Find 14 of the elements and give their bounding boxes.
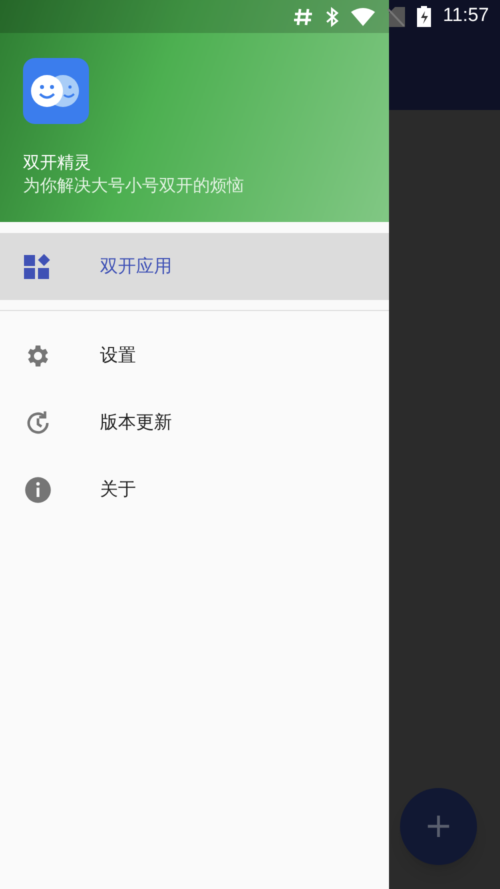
grid-icon xyxy=(24,254,52,280)
app-tagline: 为你解决大号小号双开的烦恼 xyxy=(23,175,245,198)
drawer-menu-item[interactable]: 设置 xyxy=(0,322,389,389)
info-icon xyxy=(24,476,52,504)
battery-icon xyxy=(416,6,431,27)
app-name: 双开精灵 xyxy=(23,152,92,174)
drawer-menu-item[interactable]: 关于 xyxy=(0,456,389,523)
drawer-menu-item[interactable]: 版本更新 xyxy=(0,389,389,456)
wifi-icon xyxy=(350,8,375,26)
app-logo-icon xyxy=(23,58,89,124)
hash-icon xyxy=(292,6,313,26)
status-time: 11:57 xyxy=(442,4,489,28)
drawer-menu-item[interactable]: 双开应用 xyxy=(0,233,389,300)
bluetooth-icon xyxy=(324,6,339,26)
